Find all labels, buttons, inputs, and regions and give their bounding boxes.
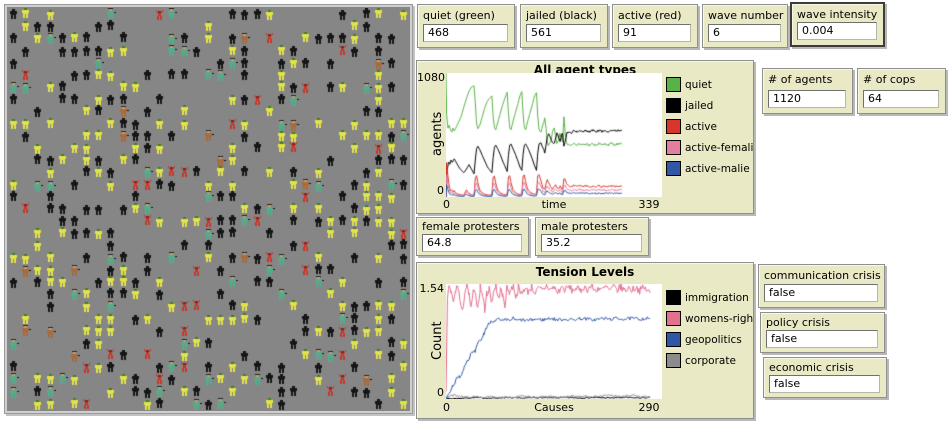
monitor-value: 35.2 [541, 234, 642, 252]
legend-swatch [666, 140, 681, 155]
legend-label: immigration [685, 292, 749, 304]
x-axis-min-tick: 0 [443, 401, 450, 414]
plot-area [446, 284, 662, 399]
world-canvas[interactable] [8, 8, 410, 411]
legend-swatch [666, 161, 681, 176]
monitor-label: policy crisis [761, 313, 884, 329]
plot-legend: quiet jailed active active-femalie active-ma… [666, 74, 754, 179]
x-axis-max-tick: 290 [632, 401, 666, 414]
y-axis-label: agents [430, 112, 445, 156]
monitor-label: jailed (black) [521, 5, 607, 22]
monitor-policy-crisis: policy crisis false [760, 312, 885, 353]
legend-item: jailed [666, 95, 754, 116]
monitor-label: # of agents [763, 69, 852, 86]
monitor-female-protesters: female protesters 64.8 [416, 217, 529, 256]
monitor-label: male protesters [536, 218, 648, 233]
monitor-label: wave number [703, 5, 787, 22]
world-view[interactable] [4, 4, 413, 414]
monitor-value: 468 [423, 24, 508, 42]
legend-swatch [666, 119, 681, 134]
y-axis-label: Count [430, 321, 445, 360]
legend-label: active-femalie [685, 142, 754, 154]
legend-item: active-femalie [666, 137, 754, 158]
legend-swatch [666, 353, 681, 368]
plot-legend: immigration womens-rights geopolitics corpo… [666, 287, 754, 371]
monitor-num-cops: # of cops 64 [857, 68, 946, 114]
legend-item: geopolitics [666, 329, 754, 350]
monitor-value: 6 [708, 24, 781, 42]
legend-label: active [685, 121, 717, 133]
monitor-value: false [764, 284, 878, 302]
monitor-label: wave intensity [792, 4, 883, 21]
monitor-label: quiet (green) [418, 5, 514, 22]
monitor-value: 64 [863, 90, 939, 108]
plot-all-agent-types: All agent types 1080 0 agents 0 time 339… [416, 60, 754, 214]
x-axis-label: Causes [504, 401, 604, 414]
legend-item: active [666, 116, 754, 137]
legend-label: active-malie [685, 163, 750, 175]
monitor-value: false [766, 330, 878, 348]
plot-title: Tension Levels [417, 265, 753, 279]
monitor-label: active (red) [613, 5, 697, 22]
monitor-communication-crisis: communication crisis false [758, 264, 885, 308]
y-axis-max-tick: 1.54 [417, 282, 444, 295]
legend-swatch [666, 311, 681, 326]
legend-item: womens-rights [666, 308, 754, 329]
x-axis-label: time [504, 198, 604, 211]
legend-label: corporate [685, 355, 736, 367]
legend-item: quiet [666, 74, 754, 95]
monitor-label: # of cops [858, 69, 945, 86]
netlogo-interface: quiet (green) 468 jailed (black) 561 act… [0, 0, 949, 429]
legend-swatch [666, 290, 681, 305]
monitor-value: 64.8 [422, 234, 522, 252]
monitor-quiet: quiet (green) 468 [417, 4, 515, 48]
legend-label: quiet [685, 79, 712, 91]
monitor-num-agents: # of agents 1120 [762, 68, 853, 114]
monitor-label: economic crisis [764, 358, 886, 374]
y-axis-max-tick: 1080 [417, 71, 444, 84]
y-axis-min-tick: 0 [417, 184, 444, 197]
legend-swatch [666, 77, 681, 92]
monitor-value: 0.004 [797, 22, 877, 40]
legend-label: jailed [685, 100, 713, 112]
x-axis-min-tick: 0 [443, 198, 450, 211]
legend-label: geopolitics [685, 334, 742, 346]
legend-label: womens-rights [685, 313, 754, 325]
monitor-jailed: jailed (black) 561 [520, 4, 608, 48]
y-axis-min-tick: 0 [417, 386, 444, 399]
monitor-value: 561 [526, 24, 601, 42]
legend-item: immigration [666, 287, 754, 308]
monitor-value: 91 [618, 24, 691, 42]
plot-tension-levels: Tension Levels 1.54 0 Count 0 Causes 290… [416, 262, 754, 419]
monitor-value: 1120 [768, 90, 846, 108]
monitor-wave-intensity: wave intensity 0.004 [790, 2, 885, 47]
monitor-active: active (red) 91 [612, 4, 698, 48]
monitor-economic-crisis: economic crisis false [763, 357, 887, 398]
legend-item: corporate [666, 350, 754, 371]
legend-swatch [666, 332, 681, 347]
monitor-value: false [769, 375, 880, 393]
monitor-wave-number: wave number 6 [702, 4, 788, 48]
x-axis-max-tick: 339 [632, 198, 666, 211]
monitor-label: female protesters [417, 218, 528, 233]
legend-swatch [666, 98, 681, 113]
monitor-label: communication crisis [759, 265, 884, 282]
monitor-male-protesters: male protesters 35.2 [535, 217, 649, 256]
legend-item: active-malie [666, 158, 754, 179]
plot-area [446, 73, 662, 197]
